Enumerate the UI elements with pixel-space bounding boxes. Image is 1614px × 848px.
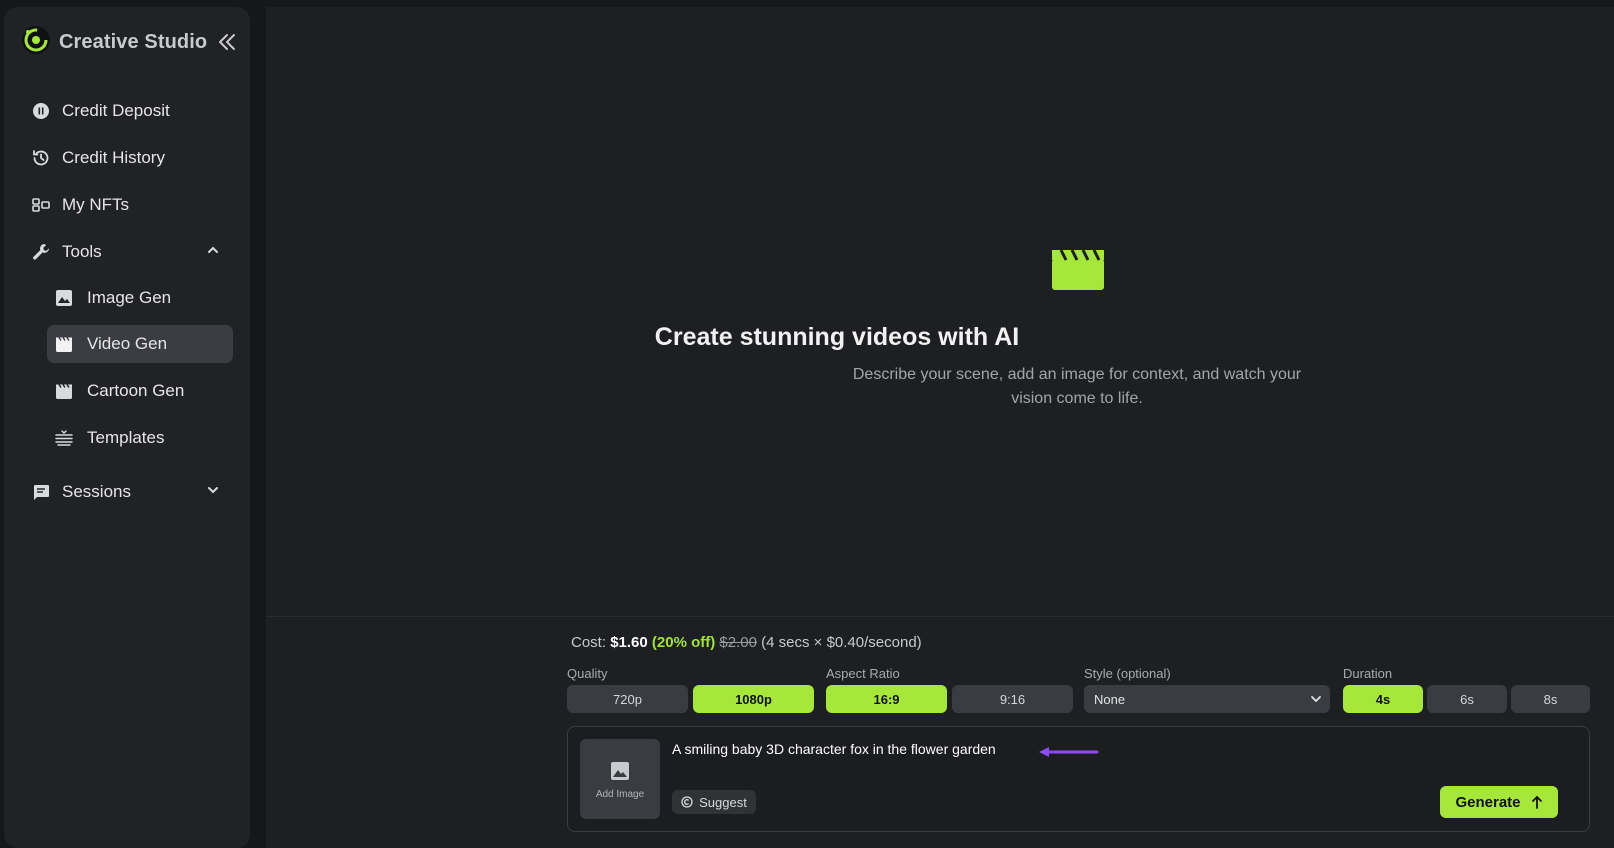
sidebar-item-label: Cartoon Gen [87, 381, 185, 400]
suggest-button[interactable]: Suggest [672, 790, 756, 814]
sidebar-item-credit-history[interactable]: Credit History [30, 139, 240, 177]
cost-prefix: Cost: [571, 634, 607, 651]
sidebar-item-label: My NFTs [62, 195, 130, 214]
coin-icon [30, 100, 52, 122]
prompt-input[interactable]: A smiling baby 3D character fox in the f… [672, 741, 996, 757]
cost-discount: (20% off) [651, 634, 716, 651]
aspect-option-16-9[interactable]: 16:9 [826, 685, 947, 713]
sidebar-item-credit-deposit[interactable]: Credit Deposit [30, 92, 240, 130]
hero-subtitle: Describe your scene, add an image for co… [852, 366, 1302, 407]
sidebar-item-my-nfts[interactable]: My NFTs [30, 186, 240, 224]
quality-option-1080p[interactable]: 1080p [693, 685, 814, 713]
collapse-sidebar-icon[interactable] [216, 31, 238, 53]
chevron-down-icon[interactable] [206, 483, 220, 502]
duration-label: Duration [1343, 666, 1393, 681]
chevron-down-icon [1310, 693, 1322, 708]
style-label: Style (optional) [1084, 666, 1171, 681]
chat-icon [30, 481, 52, 503]
app-title: Creative Studio [59, 31, 208, 53]
duration-option-6s[interactable]: 6s [1427, 685, 1507, 713]
image-icon [610, 761, 630, 786]
prompt-box: Add Image A smiling baby 3D character fo… [567, 726, 1590, 832]
brand[interactable]: Creative Studio [21, 25, 207, 60]
sidebar-item-label: Tools [62, 242, 102, 261]
divider [266, 616, 1614, 617]
chevron-up-icon[interactable] [206, 243, 220, 262]
style-select-value: None [1094, 691, 1126, 707]
sidebar-item-image-gen[interactable]: Image Gen [53, 279, 239, 317]
cost-summary: Cost: $1.60 (20% off) $2.00 (4 secs × $0… [571, 634, 922, 651]
sidebar-item-sessions[interactable]: Sessions [30, 473, 220, 511]
nft-grid-icon [30, 194, 52, 216]
sidebar-item-label: Image Gen [87, 288, 172, 307]
aspect-option-9-16[interactable]: 9:16 [952, 685, 1073, 713]
sidebar-item-label: Credit Deposit [62, 101, 170, 120]
main-panel: Create stunning videos with AI Describe … [266, 7, 1614, 848]
suggest-label: Suggest [699, 794, 747, 810]
add-image-label: Add Image [595, 789, 645, 800]
sidebar-item-cartoon-gen[interactable]: Cartoon Gen [53, 372, 239, 410]
wrench-icon [30, 241, 52, 263]
clapperboard-icon [1051, 247, 1105, 296]
sidebar-item-tools[interactable]: Tools [30, 233, 220, 271]
add-image-button[interactable]: Add Image [580, 739, 660, 819]
duration-option-8s[interactable]: 8s [1511, 685, 1590, 713]
sidebar-item-label: Sessions [62, 482, 131, 501]
generate-button[interactable]: Generate [1440, 786, 1558, 818]
suggest-icon [681, 796, 693, 808]
arrow-up-icon [1531, 795, 1543, 809]
sidebar-item-label: Video Gen [87, 334, 168, 353]
sidebar: Creative Studio Credit Deposit Credit Hi… [4, 7, 250, 848]
image-icon [53, 287, 75, 309]
quality-label: Quality [567, 666, 608, 681]
quality-option-720p[interactable]: 720p [567, 685, 688, 713]
generate-label: Generate [1455, 793, 1521, 811]
cost-detail: (4 secs × $0.40/second) [761, 634, 922, 651]
templates-icon [53, 427, 75, 449]
duration-option-4s[interactable]: 4s [1343, 685, 1423, 713]
style-select[interactable]: None [1084, 685, 1330, 713]
sidebar-item-templates[interactable]: Templates [53, 419, 239, 457]
clapperboard-icon [53, 333, 75, 355]
hero-title: Create stunning videos with AI [654, 323, 1020, 351]
sidebar-item-label: Credit History [62, 148, 165, 167]
aspect-ratio-label: Aspect Ratio [826, 666, 900, 681]
sidebar-item-label: Templates [87, 428, 165, 447]
history-icon [30, 147, 52, 169]
cost-price: $1.60 [610, 634, 648, 651]
annotation-arrow-icon [1039, 745, 1099, 763]
clapperboard-icon [53, 380, 75, 402]
logo-icon [21, 25, 51, 60]
cost-original: $2.00 [719, 634, 757, 651]
